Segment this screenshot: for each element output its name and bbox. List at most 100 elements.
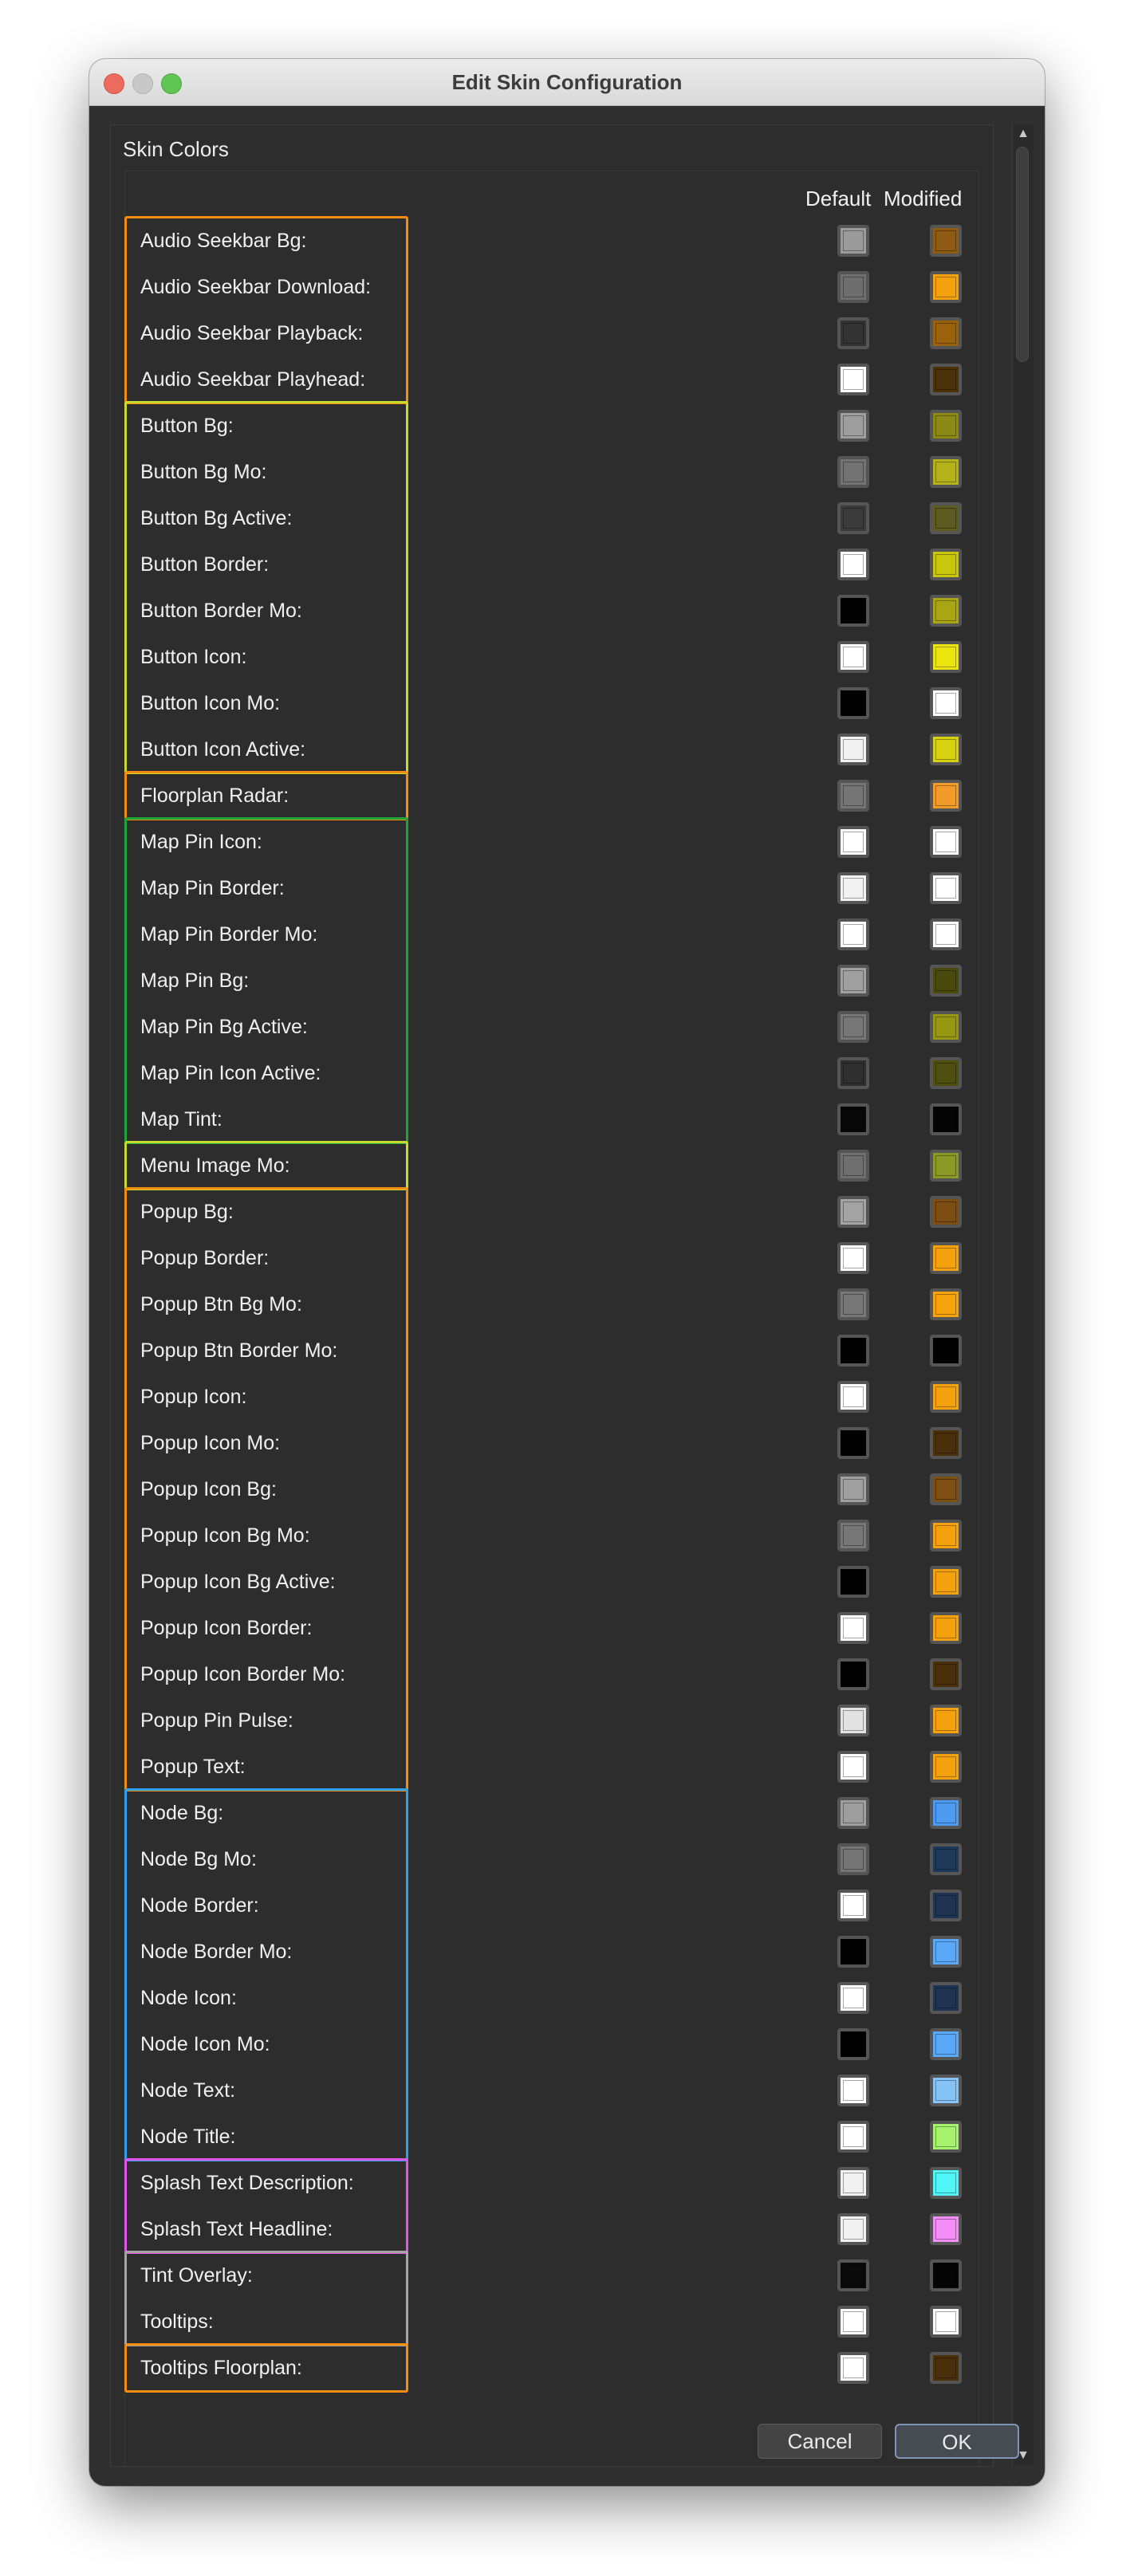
modified-color-swatch[interactable] xyxy=(930,317,962,349)
default-color-swatch[interactable] xyxy=(837,1196,869,1228)
modified-color-swatch[interactable] xyxy=(930,2167,962,2199)
default-color-swatch[interactable] xyxy=(837,1982,869,2014)
modified-color-swatch[interactable] xyxy=(930,1705,962,1736)
default-color-swatch[interactable] xyxy=(837,1242,869,1274)
default-color-swatch[interactable] xyxy=(837,410,869,442)
modified-color-swatch[interactable] xyxy=(930,1566,962,1598)
modified-color-swatch[interactable] xyxy=(930,1612,962,1644)
default-color-swatch[interactable] xyxy=(837,456,869,488)
default-color-swatch[interactable] xyxy=(837,1011,869,1043)
default-color-swatch[interactable] xyxy=(837,1427,869,1459)
default-color-swatch[interactable] xyxy=(837,780,869,812)
modified-color-swatch[interactable] xyxy=(930,1797,962,1829)
modified-color-swatch[interactable] xyxy=(930,2306,962,2338)
modified-color-swatch[interactable] xyxy=(930,271,962,303)
modified-color-swatch[interactable] xyxy=(930,2352,962,2384)
modified-color-swatch[interactable] xyxy=(930,687,962,719)
modified-color-swatch[interactable] xyxy=(930,364,962,395)
modified-color-swatch[interactable] xyxy=(930,1658,962,1690)
modified-color-swatch[interactable] xyxy=(930,1150,962,1182)
modified-color-swatch[interactable] xyxy=(930,549,962,580)
default-color-swatch[interactable] xyxy=(837,1705,869,1736)
default-color-swatch[interactable] xyxy=(837,595,869,627)
default-color-swatch[interactable] xyxy=(837,1936,869,1968)
default-color-swatch[interactable] xyxy=(837,1612,869,1644)
modified-color-swatch[interactable] xyxy=(930,2028,962,2060)
modified-color-swatch[interactable] xyxy=(930,826,962,858)
modified-color-swatch[interactable] xyxy=(930,641,962,673)
default-color-swatch[interactable] xyxy=(837,1751,869,1783)
default-color-swatch[interactable] xyxy=(837,687,869,719)
default-color-swatch[interactable] xyxy=(837,1658,869,1690)
cancel-button[interactable]: Cancel xyxy=(758,2424,882,2459)
default-color-swatch[interactable] xyxy=(837,1520,869,1551)
modified-color-swatch[interactable] xyxy=(930,780,962,812)
modified-color-swatch[interactable] xyxy=(930,595,962,627)
default-color-swatch[interactable] xyxy=(837,826,869,858)
default-color-swatch[interactable] xyxy=(837,733,869,765)
default-color-swatch[interactable] xyxy=(837,2075,869,2106)
default-color-swatch[interactable] xyxy=(837,271,869,303)
default-color-swatch[interactable] xyxy=(837,1473,869,1505)
modified-color-swatch[interactable] xyxy=(930,1335,962,1367)
default-color-swatch[interactable] xyxy=(837,1335,869,1367)
default-color-swatch[interactable] xyxy=(837,1797,869,1829)
modified-color-swatch[interactable] xyxy=(930,1103,962,1135)
modified-color-swatch[interactable] xyxy=(930,1381,962,1413)
default-color-swatch[interactable] xyxy=(837,1843,869,1875)
scrollbar-thumb[interactable] xyxy=(1016,147,1029,362)
modified-color-swatch[interactable] xyxy=(930,410,962,442)
modified-color-swatch[interactable] xyxy=(930,1196,962,1228)
default-color-swatch[interactable] xyxy=(837,502,869,534)
modified-color-swatch[interactable] xyxy=(930,225,962,257)
modified-color-swatch[interactable] xyxy=(930,733,962,765)
modified-color-swatch[interactable] xyxy=(930,2075,962,2106)
modified-color-swatch[interactable] xyxy=(930,2121,962,2153)
default-color-swatch[interactable] xyxy=(837,1890,869,1921)
default-color-swatch[interactable] xyxy=(837,2259,869,2291)
modified-color-swatch[interactable] xyxy=(930,1473,962,1505)
default-color-swatch[interactable] xyxy=(837,364,869,395)
modified-color-swatch[interactable] xyxy=(930,1011,962,1043)
default-color-swatch[interactable] xyxy=(837,2121,869,2153)
default-color-swatch[interactable] xyxy=(837,1381,869,1413)
modified-color-swatch[interactable] xyxy=(930,2259,962,2291)
default-color-swatch[interactable] xyxy=(837,1288,869,1320)
modified-color-swatch[interactable] xyxy=(930,1890,962,1921)
default-color-swatch[interactable] xyxy=(837,1150,869,1182)
modified-color-swatch[interactable] xyxy=(930,502,962,534)
modified-color-swatch[interactable] xyxy=(930,1057,962,1089)
modified-color-swatch[interactable] xyxy=(930,965,962,997)
default-color-swatch[interactable] xyxy=(837,1566,869,1598)
modified-color-swatch[interactable] xyxy=(930,456,962,488)
modified-color-swatch[interactable] xyxy=(930,1520,962,1551)
default-color-swatch[interactable] xyxy=(837,2306,869,2338)
default-color-swatch[interactable] xyxy=(837,641,869,673)
modified-color-swatch[interactable] xyxy=(930,1288,962,1320)
default-color-swatch[interactable] xyxy=(837,918,869,950)
default-color-swatch[interactable] xyxy=(837,1057,869,1089)
modified-color-swatch[interactable] xyxy=(930,918,962,950)
vertical-scrollbar[interactable]: ▲ ▼ xyxy=(1012,124,1034,2465)
default-color-swatch[interactable] xyxy=(837,872,869,904)
modified-color-swatch[interactable] xyxy=(930,1936,962,1968)
modified-color-swatch[interactable] xyxy=(930,1843,962,1875)
modified-color-swatch[interactable] xyxy=(930,1751,962,1783)
default-color-swatch[interactable] xyxy=(837,2167,869,2199)
modified-color-swatch[interactable] xyxy=(930,1242,962,1274)
modified-color-swatch[interactable] xyxy=(930,872,962,904)
default-color-swatch[interactable] xyxy=(837,1103,869,1135)
default-color-swatch[interactable] xyxy=(837,2213,869,2245)
default-color-swatch[interactable] xyxy=(837,549,869,580)
title-bar[interactable]: Edit Skin Configuration xyxy=(89,59,1045,106)
ok-button[interactable]: OK xyxy=(895,2424,1019,2459)
modified-color-swatch[interactable] xyxy=(930,2213,962,2245)
default-color-swatch[interactable] xyxy=(837,317,869,349)
scroll-up-arrow-icon[interactable]: ▲ xyxy=(1013,124,1034,144)
modified-color-swatch[interactable] xyxy=(930,1427,962,1459)
modified-color-swatch[interactable] xyxy=(930,1982,962,2014)
default-color-swatch[interactable] xyxy=(837,965,869,997)
default-color-swatch[interactable] xyxy=(837,2028,869,2060)
default-color-swatch[interactable] xyxy=(837,2352,869,2384)
default-color-swatch[interactable] xyxy=(837,225,869,257)
